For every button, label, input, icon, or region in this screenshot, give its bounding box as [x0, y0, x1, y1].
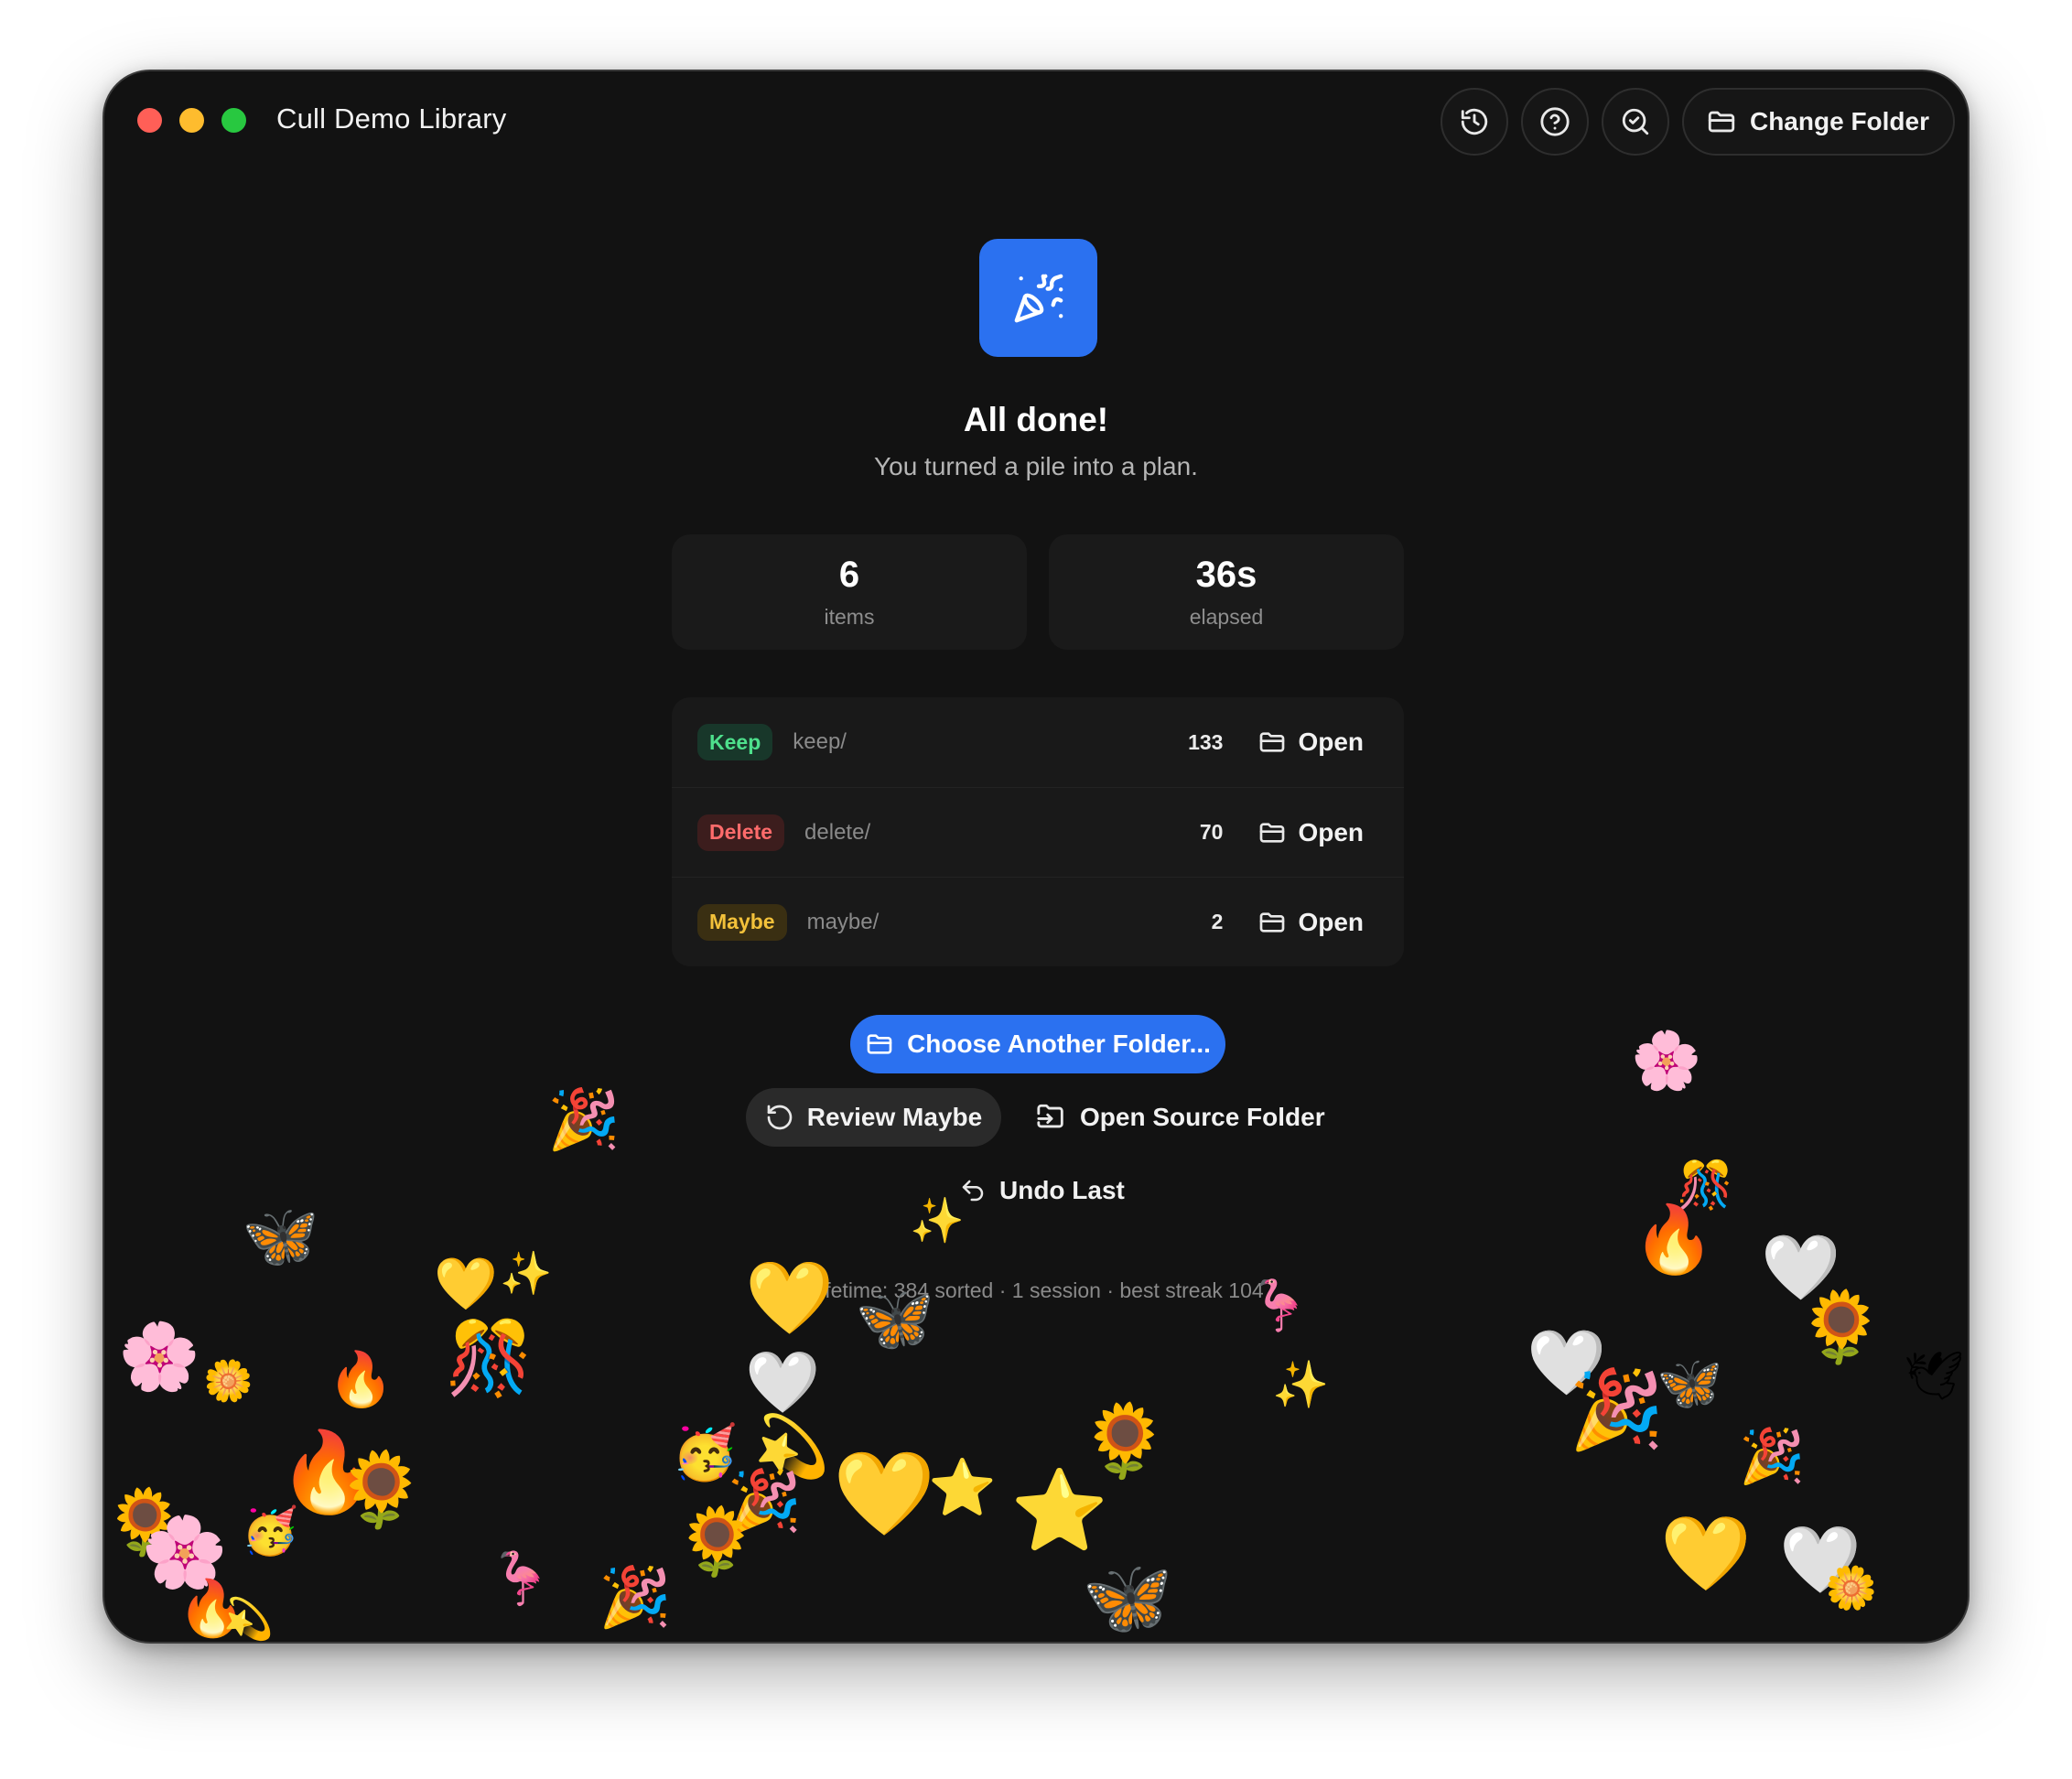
stat-items: 6 items — [672, 534, 1027, 650]
sunflower-emoji: 🌻 — [335, 1447, 426, 1532]
zoom-window-button[interactable] — [221, 108, 246, 133]
yellow-heart-emoji: 💛 — [833, 1446, 936, 1542]
folder-row-keep: Keep keep/ 133 Open — [672, 697, 1404, 787]
folder-path: delete/ — [804, 819, 871, 845]
rotate-ccw-icon — [767, 1105, 793, 1130]
window-controls — [137, 108, 246, 133]
cherry-blossom-emoji: 🌸 — [118, 1318, 200, 1395]
folder-path: keep/ — [793, 729, 847, 754]
keep-badge: Keep — [697, 724, 773, 760]
star-emoji: ⭐ — [928, 1456, 997, 1520]
maybe-badge: Maybe — [697, 903, 787, 941]
folder-icon — [1260, 732, 1285, 752]
sunflower-emoji: 🌻 — [1080, 1400, 1170, 1482]
help-button[interactable] — [1520, 88, 1589, 156]
completion-title: All done! — [963, 401, 1109, 438]
yellow-heart-emoji: 💛 — [1660, 1511, 1752, 1596]
open-source-label: Open Source Folder — [1080, 1103, 1325, 1131]
stat-items-label: items — [824, 605, 875, 629]
dove-emoji: 🕊 — [1904, 1349, 1965, 1404]
change-folder-button[interactable]: Change Folder — [1681, 88, 1955, 156]
butterfly-emoji: 🦋 — [242, 1201, 319, 1273]
completion-subtitle: You turned a pile into a plan. — [874, 452, 1198, 480]
folder-count: 2 — [1211, 910, 1224, 933]
cherry-blossom-emoji: 🌸 — [141, 1511, 228, 1592]
open-source-folder-button[interactable]: Open Source Folder — [1036, 1088, 1325, 1147]
party-popper-badge — [979, 239, 1097, 357]
open-label: Open — [1298, 728, 1364, 756]
history-button[interactable] — [1440, 88, 1508, 156]
open-label: Open — [1298, 907, 1364, 936]
folder-count: 70 — [1199, 820, 1224, 844]
flamingo-emoji: 🦩 — [489, 1549, 553, 1609]
inspect-button[interactable] — [1601, 88, 1669, 156]
choose-another-folder-button[interactable]: Choose Another Folder... — [850, 1015, 1225, 1073]
sparkles-emoji: ✨ — [910, 1195, 965, 1246]
cherry-blossom-emoji: 🌸 — [1631, 1027, 1702, 1094]
party-popper-emoji: 🎉 — [599, 1564, 672, 1632]
fire-emoji: 🔥 — [278, 1427, 377, 1518]
butterfly-emoji: 🦋 — [1657, 1352, 1723, 1414]
review-maybe-button[interactable]: Review Maybe — [746, 1088, 1001, 1147]
search-check-icon — [1622, 108, 1649, 135]
party-popper-emoji: 🎊 — [445, 1318, 534, 1400]
partying-face-emoji: 🥳 — [672, 1421, 739, 1483]
white-heart-emoji: 🤍 — [1527, 1325, 1607, 1400]
fire-emoji: 🔥 — [1633, 1201, 1715, 1278]
sunflower-emoji: 🌼 — [1825, 1563, 1878, 1612]
fire-emoji: 🔥 — [328, 1348, 394, 1410]
history-icon — [1461, 108, 1488, 135]
toolbar: Change Folder — [1440, 88, 1955, 156]
choose-folder-label: Choose Another Folder... — [907, 1030, 1211, 1058]
folder-icon — [1260, 822, 1285, 843]
star-emoji: ⭐ — [1010, 1465, 1109, 1557]
stat-items-value: 6 — [838, 555, 860, 595]
lifetime-stats: Lifetime: 384 sorted · 1 session · best … — [808, 1278, 1264, 1302]
sunflower-emoji: 🌼 — [203, 1358, 254, 1405]
open-label: Open — [1298, 817, 1364, 846]
folder-summary-list: Keep keep/ 133 Open Delete delete/ 70 Op… — [672, 697, 1404, 966]
app-window: Cull Demo Library Change Folder All done… — [103, 70, 1969, 1644]
folder-count: 133 — [1188, 729, 1224, 754]
open-maybe-folder-button[interactable]: Open — [1257, 908, 1364, 937]
open-delete-folder-button[interactable]: Open — [1257, 818, 1364, 847]
minimize-window-button[interactable] — [179, 108, 204, 133]
folder-path: maybe/ — [806, 909, 880, 934]
partying-face-emoji: 🥳 — [242, 1504, 299, 1558]
party-popper-emoji: 🎉 — [1739, 1425, 1806, 1487]
stat-elapsed-value: 36s — [1195, 555, 1257, 595]
review-maybe-label: Review Maybe — [806, 1103, 983, 1131]
party-popper-emoji: 🎉 — [547, 1086, 621, 1154]
folder-input-icon — [1037, 1104, 1063, 1128]
open-keep-folder-button[interactable]: Open — [1257, 728, 1364, 757]
confetti-emoji: 🎊 — [1677, 1159, 1734, 1212]
folder-row-maybe: Maybe maybe/ 2 Open — [672, 877, 1404, 966]
stat-elapsed: 36s elapsed — [1049, 534, 1404, 650]
sparkles-emoji: ✨ — [1272, 1358, 1330, 1411]
delete-badge: Delete — [697, 814, 785, 851]
sunflower-emoji: 🌻 — [104, 1484, 185, 1559]
dizzy-emoji: 💫 — [754, 1411, 830, 1482]
stat-elapsed-label: elapsed — [1189, 605, 1264, 629]
undo-last-button[interactable]: Undo Last — [959, 1161, 1125, 1220]
star-emoji: 💫 — [223, 1596, 274, 1643]
window-title: Cull Demo Library — [276, 102, 507, 135]
help-icon — [1540, 107, 1570, 136]
white-heart-emoji: 🤍 — [745, 1347, 821, 1418]
party-popper-icon — [1014, 274, 1063, 322]
undo-icon — [962, 1180, 984, 1202]
undo-last-label: Undo Last — [999, 1176, 1125, 1204]
close-window-button[interactable] — [137, 108, 162, 133]
white-heart-emoji: 🤍 — [1779, 1521, 1862, 1598]
party-popper-emoji: 🎉 — [727, 1466, 803, 1536]
fire-emoji: 🔥 — [178, 1577, 246, 1641]
folder-icon — [1708, 111, 1735, 133]
sunflower-emoji: 🌻 — [675, 1503, 758, 1580]
folder-icon — [1260, 911, 1285, 933]
folder-icon — [867, 1034, 892, 1054]
party-popper-emoji: 🎉 — [1569, 1364, 1665, 1454]
butterfly-emoji: 🦋 — [1082, 1555, 1173, 1640]
change-folder-label: Change Folder — [1749, 107, 1929, 135]
folder-row-delete: Delete delete/ 70 Open — [672, 787, 1404, 877]
